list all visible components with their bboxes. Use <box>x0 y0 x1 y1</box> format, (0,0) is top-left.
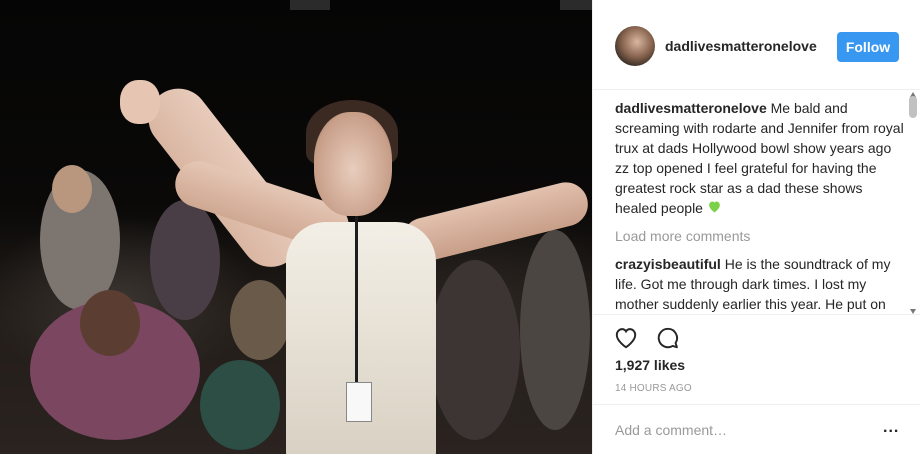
comment-username[interactable]: dadlivesmatteronelove <box>615 100 767 116</box>
photo-top-edge <box>290 0 330 10</box>
raised-fist <box>120 80 160 124</box>
crowd-person <box>430 260 520 440</box>
comment-text: Me bald and screaming with rodarte and J… <box>615 100 904 216</box>
post-header: dadlivesmatteronelove Follow <box>593 0 920 90</box>
crowd-person <box>230 280 290 360</box>
avatar[interactable] <box>615 26 655 66</box>
comments-list: dadlivesmatteronelove Me bald and scream… <box>615 94 905 314</box>
follow-button[interactable]: Follow <box>837 32 899 62</box>
comment-username[interactable]: crazyisbeautiful <box>615 256 721 272</box>
green-heart-icon <box>707 198 722 218</box>
photo-top-edge <box>560 0 592 10</box>
likes-count[interactable]: 1,927 likes <box>615 357 685 373</box>
crowd-person <box>80 290 140 356</box>
badge <box>346 382 372 422</box>
more-options-icon[interactable]: ... <box>883 419 899 437</box>
post-photo <box>0 0 592 454</box>
crowd-person <box>52 165 92 213</box>
comment: crazyisbeautiful He is the soundtrack of… <box>615 254 905 314</box>
heart-icon[interactable] <box>613 325 641 353</box>
post-timestamp[interactable]: 14 HOURS AGO <box>615 383 692 394</box>
load-more-comments[interactable]: Load more comments <box>615 226 905 246</box>
username[interactable]: dadlivesmatteronelove <box>665 38 817 54</box>
add-comment-input[interactable] <box>615 419 855 441</box>
face <box>314 112 392 216</box>
crowd-person <box>150 200 220 320</box>
lanyard <box>355 216 358 386</box>
comments-scrollbar[interactable] <box>908 92 918 314</box>
scroll-thumb[interactable] <box>909 96 917 118</box>
crowd-person <box>520 230 590 430</box>
comment: dadlivesmatteronelove Me bald and scream… <box>615 98 905 218</box>
post-actions: 1,927 likes 14 HOURS AGO <box>593 314 920 414</box>
comment-icon[interactable] <box>655 325 683 353</box>
post-sidebar: dadlivesmatteronelove Follow dadlivesmat… <box>592 0 920 454</box>
add-comment-bar: ... <box>593 404 920 454</box>
crowd-person <box>200 360 280 450</box>
